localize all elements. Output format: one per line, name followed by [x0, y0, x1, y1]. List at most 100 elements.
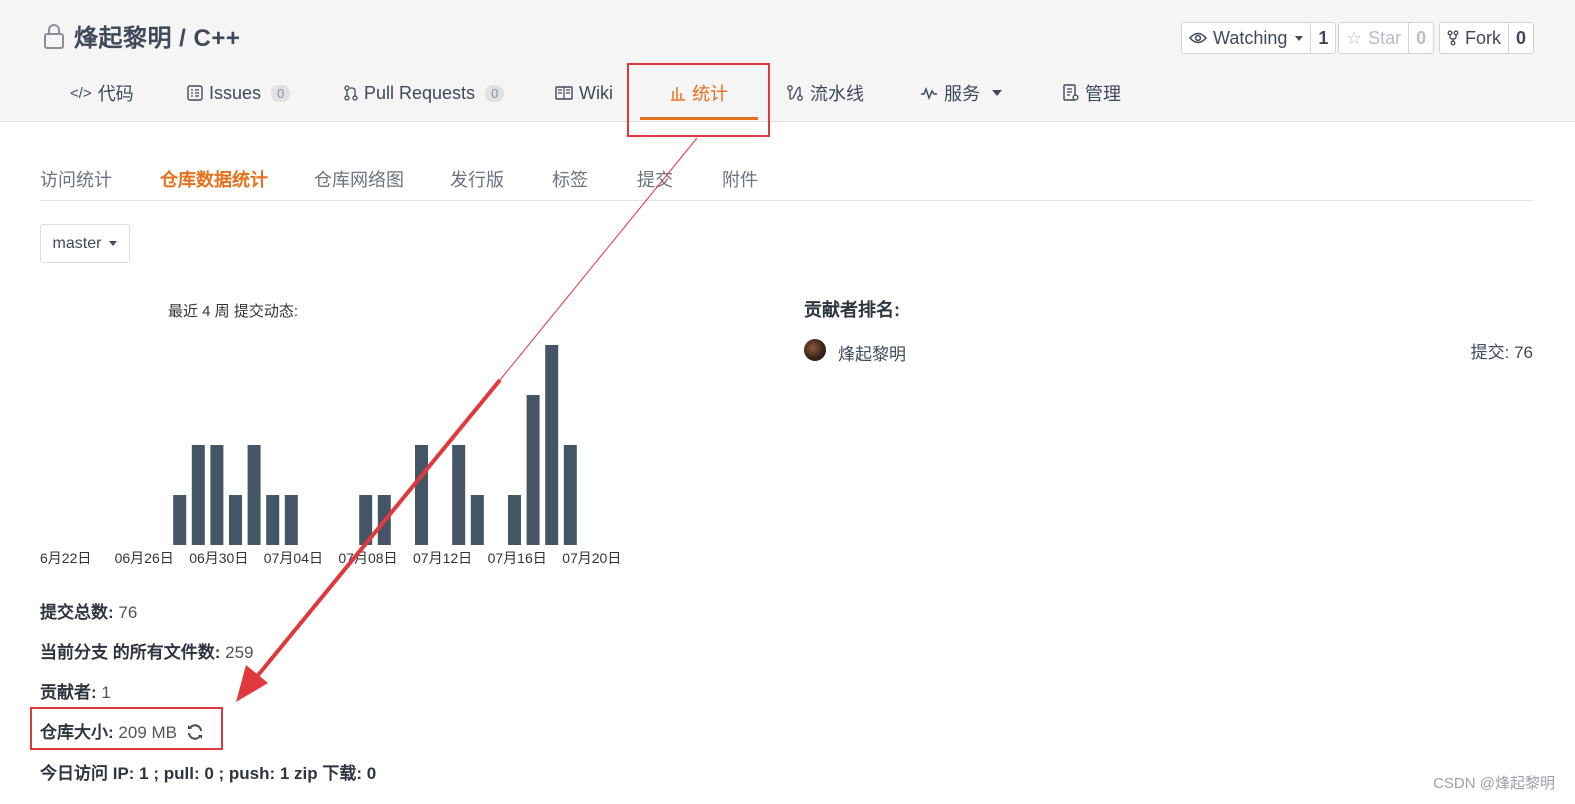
- watch-button[interactable]: Watching: [1182, 23, 1312, 53]
- subtab-releases[interactable]: 发行版: [450, 166, 504, 192]
- star-button[interactable]: ☆ Star: [1339, 23, 1410, 53]
- stat-contributors: 贡献者: 1: [40, 678, 111, 703]
- stat-files-label: 当前分支 的所有文件数:: [40, 643, 221, 662]
- star-icon: ☆: [1346, 27, 1363, 48]
- wiki-icon: [555, 86, 573, 100]
- x-tick-label: 06月26日: [115, 550, 174, 566]
- x-tick-label: 6月22日: [40, 550, 91, 566]
- pull-request-icon: [344, 85, 358, 101]
- stat-files: 当前分支 的所有文件数: 259: [40, 638, 254, 663]
- repo-separator: /: [179, 25, 187, 52]
- chart-title: 最近 4 周 提交动态:: [168, 303, 299, 320]
- fork-icon: [1447, 30, 1459, 46]
- star-count[interactable]: 0: [1409, 23, 1433, 53]
- pulse-icon: [921, 86, 937, 100]
- contributor-commits: 提交: 76: [1470, 343, 1533, 362]
- stat-contributors-value: 1: [101, 683, 111, 702]
- contributor-name[interactable]: 烽起黎明: [838, 340, 906, 365]
- repo-header: 烽起黎明 / C++ Watching 1 ☆ Star 0 Fork 0 </…: [0, 0, 1575, 122]
- branch-select[interactable]: master: [40, 224, 130, 263]
- chart-bar: [191, 445, 205, 545]
- repo-name-link[interactable]: C++: [194, 25, 241, 52]
- fork-button-group: Fork 0: [1439, 22, 1535, 54]
- contributors-title: 贡献者排名:: [804, 300, 900, 320]
- chart-bar: [266, 495, 280, 545]
- chevron-down-icon: [992, 90, 1002, 96]
- chart-bar: [377, 495, 391, 545]
- chart-bar: [229, 495, 242, 545]
- repo-owner-link[interactable]: 烽起黎明: [74, 25, 172, 52]
- statistics-tab-highlight: [627, 63, 770, 137]
- chart-bar: [415, 445, 428, 545]
- subtab-repo-data[interactable]: 仓库数据统计: [160, 166, 268, 192]
- manage-icon: [1063, 84, 1079, 101]
- chart-bar: [210, 445, 224, 545]
- watch-count[interactable]: 1: [1311, 23, 1335, 53]
- stat-commits-value: 76: [118, 603, 138, 622]
- subtab-tags[interactable]: 标签: [552, 166, 588, 192]
- chart-bar: [526, 395, 540, 545]
- subtab-commits[interactable]: 提交: [637, 166, 673, 192]
- lock-icon: [44, 24, 64, 49]
- chart-bar: [508, 495, 521, 545]
- branch-label: master: [52, 234, 102, 252]
- subtab-visits[interactable]: 访问统计: [40, 166, 112, 192]
- tab-pipeline[interactable]: 流水线: [786, 76, 864, 110]
- star-button-group: ☆ Star 0: [1338, 22, 1435, 54]
- tab-pull-requests[interactable]: Pull Requests 0: [344, 76, 505, 110]
- eye-icon: [1189, 32, 1207, 44]
- x-tick-label: 07月16日: [488, 550, 547, 566]
- repo-size-highlight: [30, 707, 223, 750]
- chart-bar: [470, 495, 484, 545]
- stat-files-value: 259: [225, 643, 254, 662]
- annotation-arrow-head: [236, 665, 268, 702]
- pull-requests-count-badge: 0: [485, 84, 505, 102]
- chart-bar: [247, 445, 261, 545]
- issues-count-badge: 0: [271, 84, 291, 102]
- chevron-down-icon: [109, 241, 118, 246]
- tab-wiki[interactable]: Wiki: [555, 76, 613, 110]
- chart-bar: [359, 495, 373, 545]
- tab-pipeline-label: 流水线: [810, 84, 864, 104]
- tab-manage[interactable]: 管理: [1063, 76, 1121, 110]
- chart-bar: [452, 445, 466, 545]
- issues-icon: [187, 85, 203, 101]
- chevron-down-icon: [1295, 35, 1304, 41]
- x-tick-label: 06月30日: [189, 550, 248, 566]
- star-label: Star: [1368, 27, 1402, 48]
- tab-wiki-label: Wiki: [579, 82, 613, 103]
- commit-activity-chart: 6月22日 06月26日 06月30日 07月04日 07月08日 07月12日 07月16…: [40, 345, 621, 566]
- x-tick-label: 07月08日: [338, 550, 397, 566]
- code-icon: </>: [70, 84, 92, 102]
- repo-tabs: </> 代码 Issues 0 Pull Requests 0 Wiki 统计 …: [0, 76, 1575, 112]
- watch-button-group: Watching 1: [1181, 22, 1337, 54]
- subtab-attachments[interactable]: 附件: [722, 166, 758, 192]
- fork-button[interactable]: Fork: [1440, 23, 1509, 53]
- pipeline-icon: [787, 85, 803, 101]
- avatar[interactable]: [804, 339, 826, 361]
- tab-code-label: 代码: [97, 84, 134, 104]
- stat-contributors-label: 贡献者:: [40, 683, 97, 702]
- stat-today: 今日访问 IP: 1 ; pull: 0 ; push: 1 zip 下载: 0: [40, 759, 376, 784]
- fork-count[interactable]: 0: [1509, 23, 1533, 53]
- x-tick-label: 07月04日: [264, 550, 323, 566]
- watermark: CSDN @烽起黎明: [1433, 775, 1555, 792]
- statistics-subnav: 访问统计 仓库数据统计 仓库网络图 发行版 标签 提交 附件: [40, 160, 1533, 201]
- stat-commits-label: 提交总数:: [40, 603, 114, 622]
- chart-bar: [173, 495, 187, 545]
- chart-bar: [545, 345, 559, 545]
- fork-label: Fork: [1465, 27, 1501, 48]
- x-tick-label: 07月20日: [562, 550, 621, 566]
- subtab-network-graph[interactable]: 仓库网络图: [314, 166, 404, 192]
- tab-issues-label: Issues: [209, 82, 262, 103]
- tab-manage-label: 管理: [1085, 84, 1121, 104]
- stat-commits: 提交总数: 76: [40, 598, 137, 623]
- chart-bar: [563, 445, 577, 545]
- tab-services-label: 服务: [944, 84, 980, 104]
- tab-issues[interactable]: Issues 0: [187, 76, 291, 110]
- watch-label: Watching: [1213, 27, 1288, 48]
- tab-services[interactable]: 服务: [920, 76, 1002, 110]
- tab-pull-requests-label: Pull Requests: [364, 82, 476, 103]
- tab-code[interactable]: </> 代码: [70, 76, 134, 110]
- x-tick-label: 07月12日: [413, 550, 472, 566]
